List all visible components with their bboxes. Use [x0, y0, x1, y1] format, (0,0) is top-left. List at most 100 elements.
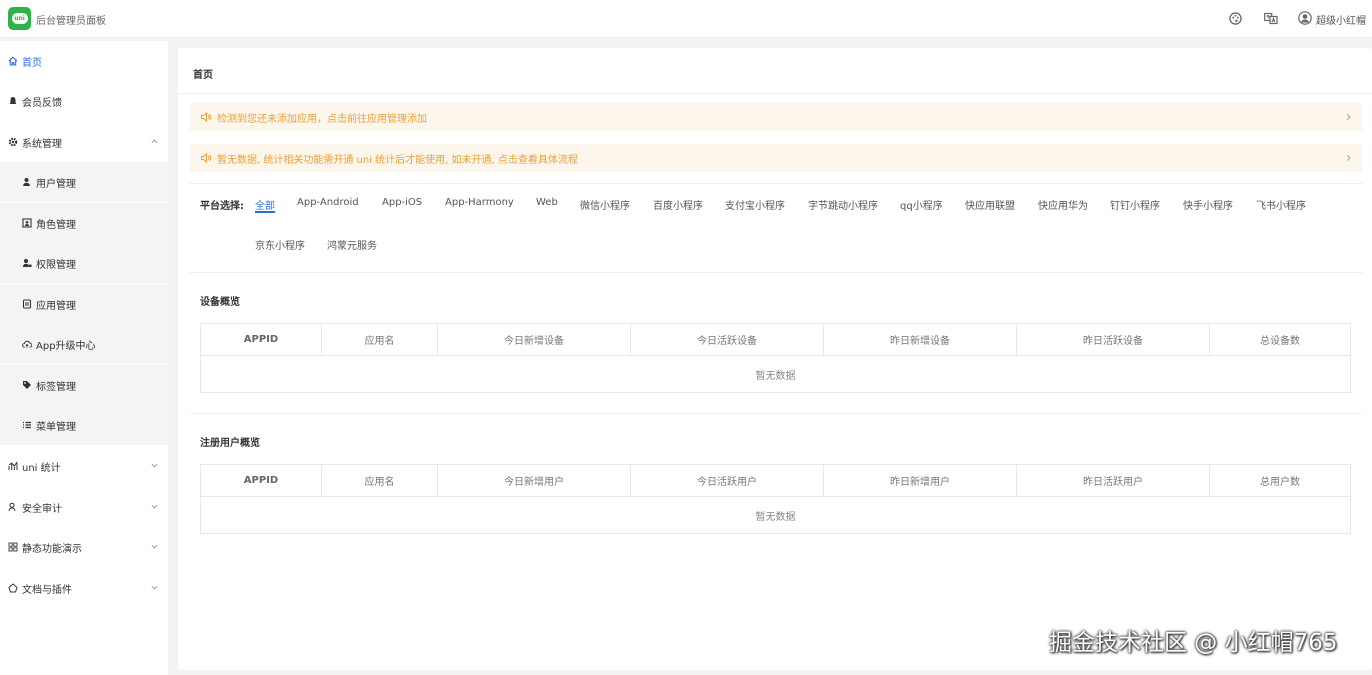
sidebar-item-tags[interactable]: 标签管理 — [0, 365, 168, 405]
list-icon — [22, 420, 32, 430]
column-header: 昨日活跃设备 — [1017, 324, 1210, 355]
column-header: 今日活跃设备 — [631, 324, 824, 355]
notice-text: 暂无数据, 统计相关功能需开通 uni 统计后才能使用, 如未开通, 点击查看具… — [217, 154, 578, 166]
main-card: 首页 检测到您还未添加应用，点击前往应用管理添加 暂无数据, 统计相关功能需开通… — [178, 48, 1372, 670]
sidebar-item-docs[interactable]: 文档与插件 — [0, 568, 168, 608]
sidebar-item-apps[interactable]: 应用管理 — [0, 284, 168, 324]
sidebar-item-label: 权限管理 — [36, 259, 76, 271]
column-header: 今日新增用户 — [438, 465, 631, 496]
platform-option[interactable]: App-Harmony — [445, 197, 514, 208]
sidebar-item-users[interactable]: 用户管理 — [0, 162, 168, 202]
sidebar-item-label: App升级中心 — [36, 340, 96, 352]
stats-icon — [8, 461, 18, 471]
column-header: APPID — [201, 465, 322, 496]
sidebar-item-label: 文档与插件 — [22, 584, 72, 596]
sidebar-item-security[interactable]: 安全审计 — [0, 487, 168, 527]
sidebar-item-label: 安全审计 — [22, 503, 62, 515]
platform-option[interactable]: 鸿蒙元服务 — [327, 237, 377, 252]
user-icon — [22, 177, 32, 187]
audit-icon — [8, 502, 18, 512]
sidebar-item-app-upgrade[interactable]: App升级中心 — [0, 324, 168, 364]
divider — [178, 93, 1372, 94]
user-name[interactable]: 超级小红帽 — [1316, 12, 1366, 27]
platform-option[interactable]: 微信小程序 — [580, 197, 630, 212]
chevron-right-icon — [1346, 113, 1351, 121]
platform-option[interactable]: Web — [536, 197, 558, 208]
watermark: 掘金技术社区 @ 小红帽765 — [1049, 630, 1338, 656]
notice-uni-stats[interactable]: 暂无数据, 统计相关功能需开通 uni 统计后才能使用, 如未开通, 点击查看具… — [190, 144, 1362, 172]
platform-option[interactable]: 钉钉小程序 — [1110, 197, 1160, 212]
column-header: 总设备数 — [1260, 336, 1300, 347]
platform-option[interactable]: 快应用联盟 — [965, 197, 1015, 212]
column-header: APPID — [201, 324, 322, 355]
device-overview-section: 设备概览 APPID 应用名 今日新增设备 今日活跃设备 昨日新增设备 昨日活跃… — [190, 273, 1362, 414]
sidebar-item-system[interactable]: 系统管理 — [0, 122, 168, 162]
user-avatar-icon[interactable] — [1298, 11, 1312, 25]
top-bar: uni 后台管理员面板 超级小红帽 — [0, 0, 1372, 38]
translate-icon[interactable] — [1264, 11, 1278, 25]
app-title: 后台管理员面板 — [36, 16, 106, 27]
empty-state: 暂无数据 — [755, 370, 796, 382]
table-header: APPID 应用名 今日新增设备 今日活跃设备 昨日新增设备 昨日活跃设备 总设… — [201, 324, 1350, 356]
uni-logo: uni — [8, 7, 31, 30]
platform-option-all[interactable]: 全部 — [255, 197, 275, 212]
chevron-down-icon — [151, 504, 158, 509]
platform-label: 平台选择: — [200, 201, 244, 212]
column-header: 昨日新增用户 — [824, 465, 1017, 496]
sidebar-item-static-demo[interactable]: 静态功能演示 — [0, 527, 168, 567]
grid-icon — [8, 542, 18, 552]
app-icon — [22, 299, 32, 309]
sidebar-item-label: 系统管理 — [22, 138, 62, 150]
platform-option[interactable]: 快手小程序 — [1183, 197, 1233, 212]
feedback-icon — [8, 96, 18, 106]
chevron-down-icon — [151, 544, 158, 549]
user-overview-section: 注册用户概览 APPID 应用名 今日新增用户 今日活跃用户 昨日新增用户 昨日… — [190, 414, 1362, 555]
platform-option[interactable]: qq小程序 — [900, 197, 943, 212]
empty-state: 暂无数据 — [755, 511, 796, 523]
sidebar-item-feedback[interactable]: 会员反馈 — [0, 81, 168, 121]
platform-option[interactable]: 字节跳动小程序 — [808, 197, 878, 212]
notice-add-app[interactable]: 检测到您还未添加应用，点击前往应用管理添加 — [190, 103, 1362, 131]
platform-option[interactable]: 快应用华为 — [1038, 197, 1088, 212]
sidebar-item-uni-stats[interactable]: uni 统计 — [0, 446, 168, 486]
doc-icon — [8, 583, 18, 593]
table-header: APPID 应用名 今日新增用户 今日活跃用户 昨日新增用户 昨日活跃用户 总用… — [201, 465, 1350, 497]
logo-text: uni — [11, 13, 28, 24]
sidebar-item-home[interactable]: 首页 — [0, 41, 168, 81]
sidebar-item-label: uni 统计 — [22, 462, 61, 474]
chevron-right-icon — [1346, 154, 1351, 162]
platform-selector: 平台选择: 全部 App-Android App-iOS App-Harmony… — [190, 183, 1362, 273]
cloud-upload-icon — [22, 339, 32, 349]
speaker-icon — [200, 111, 212, 123]
sidebar-item-label: 会员反馈 — [22, 97, 62, 109]
sidebar-item-permissions[interactable]: 权限管理 — [0, 243, 168, 283]
palette-icon[interactable] — [1228, 11, 1242, 25]
tag-icon — [22, 380, 32, 390]
sidebar-item-label: 标签管理 — [36, 381, 76, 393]
platform-option[interactable]: 支付宝小程序 — [725, 197, 785, 212]
platform-option[interactable]: App-iOS — [382, 197, 422, 208]
sidebar-item-label: 静态功能演示 — [22, 543, 82, 555]
platform-option[interactable]: 京东小程序 — [255, 237, 305, 252]
chevron-up-icon — [151, 139, 158, 144]
column-header: 今日活跃用户 — [631, 465, 824, 496]
column-header: 昨日新增设备 — [824, 324, 1017, 355]
sidebar-item-label: 应用管理 — [36, 300, 76, 312]
platform-option[interactable]: 百度小程序 — [653, 197, 703, 212]
column-header: 今日新增设备 — [438, 324, 631, 355]
home-icon — [8, 56, 18, 66]
platform-option[interactable]: 飞书小程序 — [1256, 197, 1306, 212]
sidebar-item-label: 首页 — [22, 57, 42, 69]
sidebar-item-label: 用户管理 — [36, 178, 76, 190]
chevron-down-icon — [151, 585, 158, 590]
platform-option[interactable]: App-Android — [297, 197, 359, 208]
permission-icon — [22, 258, 32, 268]
sidebar-item-menus[interactable]: 菜单管理 — [0, 405, 168, 445]
notice-text: 检测到您还未添加应用，点击前往应用管理添加 — [217, 113, 427, 125]
section-title: 注册用户概览 — [200, 438, 260, 449]
page-title: 首页 — [193, 70, 213, 81]
section-title: 设备概览 — [200, 297, 240, 308]
sidebar-item-roles[interactable]: 角色管理 — [0, 203, 168, 243]
column-header: 昨日活跃用户 — [1017, 465, 1210, 496]
sidebar-item-label: 菜单管理 — [36, 421, 76, 433]
